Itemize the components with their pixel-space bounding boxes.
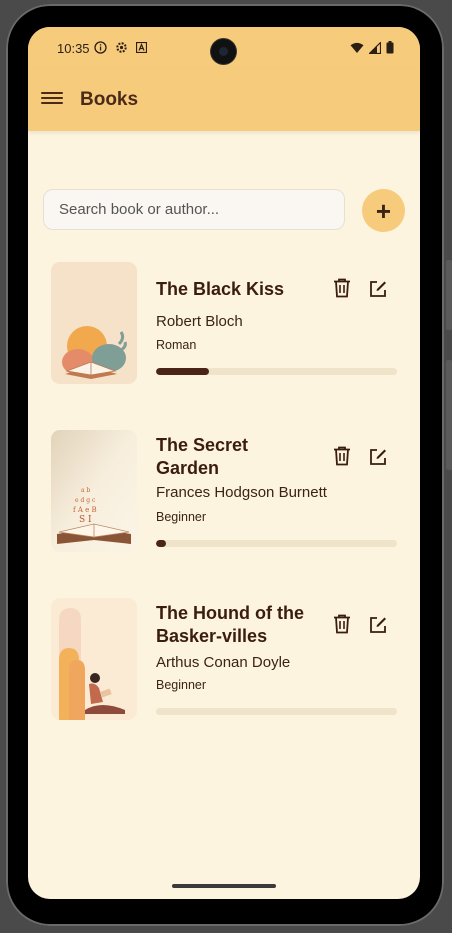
info-icon	[94, 41, 107, 54]
book-title: The Black Kiss	[156, 279, 285, 299]
edit-icon	[370, 281, 386, 297]
trash-icon	[334, 614, 350, 634]
status-bar: 10:35	[28, 27, 420, 69]
screen: 10:35 Books +	[28, 27, 420, 899]
font-icon	[136, 42, 147, 53]
book-item[interactable]: The Hound of the Basker-villes Arthus Co…	[42, 592, 406, 752]
front-camera	[211, 39, 236, 64]
search-input[interactable]	[43, 189, 345, 230]
book-title: The Secret Garden	[156, 435, 249, 478]
book-author: Robert Bloch	[156, 313, 243, 330]
svg-text:e d g c: e d g c	[75, 497, 96, 504]
progress-bar	[156, 368, 397, 375]
progress-bar	[156, 708, 397, 715]
delete-button[interactable]	[333, 278, 357, 302]
delete-button[interactable]	[333, 446, 357, 470]
settings-icon	[116, 42, 127, 53]
book-item[interactable]: The Black Kiss Robert Bloch Roman	[42, 256, 406, 416]
svg-text:S I: S I	[79, 515, 92, 525]
signal-icon	[369, 41, 381, 54]
book-genre: Beginner	[156, 510, 207, 524]
wifi-icon	[350, 42, 364, 53]
delete-button[interactable]	[333, 614, 357, 638]
book-genre: Beginner	[156, 678, 207, 692]
book-cover	[51, 262, 137, 384]
progress-fill	[156, 540, 166, 547]
book-genre: Roman	[156, 338, 197, 352]
progress-bar	[156, 540, 397, 547]
status-icons-left	[94, 41, 147, 54]
book-author: Frances Hodgson Burnett	[156, 484, 327, 501]
edit-icon	[370, 449, 386, 465]
battery-icon	[386, 41, 394, 54]
book-item[interactable]: a b e d g c f A e B S I The Secret Garde…	[42, 424, 406, 584]
book-author: Arthus Conan Doyle	[156, 654, 291, 671]
status-time: 10:35	[57, 41, 90, 56]
edit-icon	[370, 617, 386, 633]
svg-text:a b: a b	[81, 487, 90, 494]
book-cover	[51, 598, 137, 720]
trash-icon	[334, 446, 350, 466]
edit-button[interactable]	[369, 616, 393, 640]
power-button	[446, 260, 452, 330]
edit-button[interactable]	[369, 448, 393, 472]
plus-icon: +	[375, 195, 392, 226]
app-bar: Books	[28, 69, 420, 131]
home-indicator[interactable]	[172, 884, 276, 888]
book-cover: a b e d g c f A e B S I	[51, 430, 137, 552]
page-title: Books	[80, 89, 139, 110]
progress-fill	[156, 368, 210, 375]
status-icons-right	[350, 41, 394, 54]
book-title: The Hound of the Basker-villes	[156, 603, 304, 646]
add-book-button[interactable]: +	[362, 189, 405, 232]
volume-button	[446, 360, 452, 470]
edit-button[interactable]	[369, 280, 393, 304]
menu-icon[interactable]	[41, 89, 63, 109]
svg-text:f A e B: f A e B	[73, 506, 97, 514]
trash-icon	[334, 278, 350, 298]
